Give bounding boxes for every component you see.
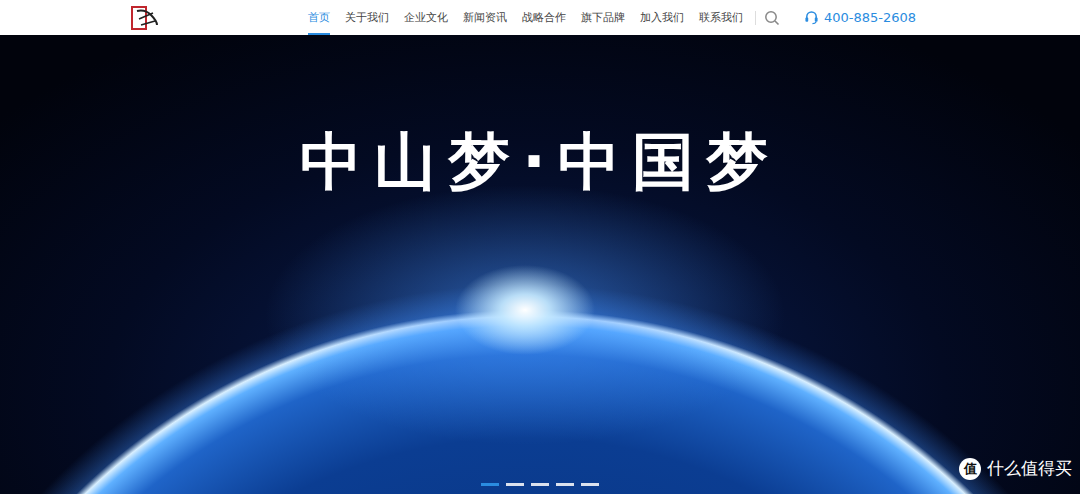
nav-item[interactable]: 加入我们 <box>640 0 684 35</box>
phone-number: 400-885-2608 <box>824 10 916 25</box>
hero-banner: 中山梦·中国梦 值 什么值得买 <box>0 35 1080 494</box>
carousel-indicators <box>481 483 599 486</box>
carousel-dot[interactable] <box>531 483 549 486</box>
nav-item[interactable]: 首页 <box>308 0 330 35</box>
search-icon[interactable] <box>764 10 780 26</box>
hero-title: 中山梦·中国梦 <box>300 125 780 199</box>
site-header: 首页关于我们企业文化新闻资讯战略合作旗下品牌加入我们联系我们 400-885-2… <box>0 0 1080 35</box>
logo-icon[interactable] <box>131 4 161 32</box>
page: 首页关于我们企业文化新闻资讯战略合作旗下品牌加入我们联系我们 400-885-2… <box>0 0 1080 494</box>
watermark-logo-icon: 值 <box>959 458 981 480</box>
main-nav: 首页关于我们企业文化新闻资讯战略合作旗下品牌加入我们联系我们 <box>308 0 743 35</box>
carousel-dot[interactable] <box>581 483 599 486</box>
nav-item[interactable]: 新闻资讯 <box>463 0 507 35</box>
nav-item[interactable]: 联系我们 <box>699 0 743 35</box>
nav-item[interactable]: 关于我们 <box>345 0 389 35</box>
headset-icon <box>804 10 819 25</box>
carousel-dot[interactable] <box>481 483 499 486</box>
phone-contact[interactable]: 400-885-2608 <box>804 10 916 25</box>
nav-item[interactable]: 企业文化 <box>404 0 448 35</box>
divider <box>755 11 756 25</box>
nav-item[interactable]: 旗下品牌 <box>581 0 625 35</box>
carousel-dot[interactable] <box>506 483 524 486</box>
carousel-dot[interactable] <box>556 483 574 486</box>
watermark: 值 什么值得买 <box>959 457 1072 480</box>
nav-item[interactable]: 战略合作 <box>522 0 566 35</box>
watermark-text: 什么值得买 <box>987 457 1072 480</box>
